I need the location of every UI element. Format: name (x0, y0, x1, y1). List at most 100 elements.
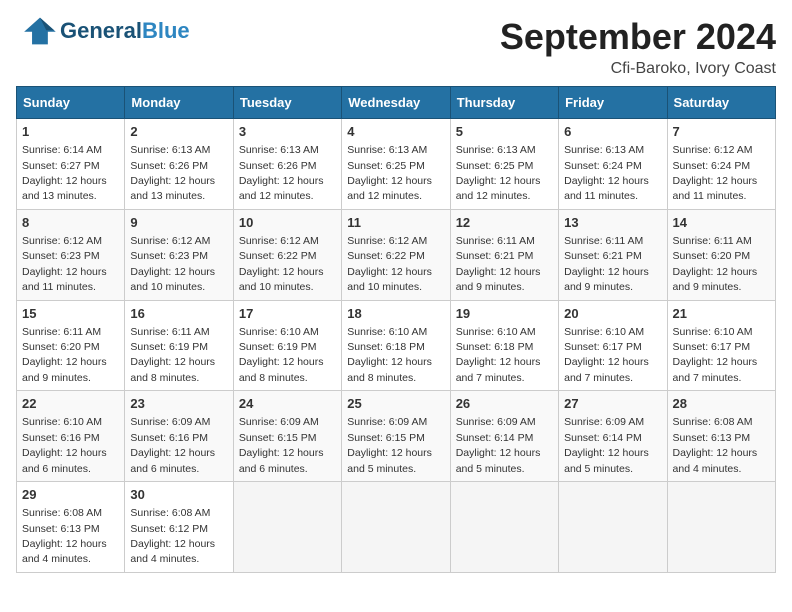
day-detail: Sunrise: 6:10 AMSunset: 6:18 PMDaylight:… (456, 326, 541, 384)
day-number: 18 (347, 305, 444, 323)
header-wednesday: Wednesday (342, 87, 450, 119)
calendar-day: 2 Sunrise: 6:13 AMSunset: 6:26 PMDayligh… (125, 119, 233, 210)
day-detail: Sunrise: 6:12 AMSunset: 6:23 PMDaylight:… (22, 235, 107, 293)
calendar-day: 25 Sunrise: 6:09 AMSunset: 6:15 PMDaylig… (342, 391, 450, 482)
day-number: 9 (130, 214, 227, 232)
calendar-day: 27 Sunrise: 6:09 AMSunset: 6:14 PMDaylig… (559, 391, 667, 482)
day-number: 6 (564, 123, 661, 141)
day-number: 29 (22, 486, 119, 504)
day-number: 23 (130, 395, 227, 413)
calendar-day: 14 Sunrise: 6:11 AMSunset: 6:20 PMDaylig… (667, 209, 775, 300)
empty-cell (342, 482, 450, 573)
page-header: GeneralBlue September 2024 Cfi-Baroko, I… (16, 16, 776, 78)
calendar-day: 6 Sunrise: 6:13 AMSunset: 6:24 PMDayligh… (559, 119, 667, 210)
calendar-day: 19 Sunrise: 6:10 AMSunset: 6:18 PMDaylig… (450, 300, 558, 391)
day-detail: Sunrise: 6:09 AMSunset: 6:16 PMDaylight:… (130, 416, 215, 474)
calendar-day: 4 Sunrise: 6:13 AMSunset: 6:25 PMDayligh… (342, 119, 450, 210)
calendar-day: 20 Sunrise: 6:10 AMSunset: 6:17 PMDaylig… (559, 300, 667, 391)
day-detail: Sunrise: 6:09 AMSunset: 6:14 PMDaylight:… (456, 416, 541, 474)
day-detail: Sunrise: 6:12 AMSunset: 6:22 PMDaylight:… (239, 235, 324, 293)
calendar-day: 7 Sunrise: 6:12 AMSunset: 6:24 PMDayligh… (667, 119, 775, 210)
calendar-table: Sunday Monday Tuesday Wednesday Thursday… (16, 86, 776, 573)
day-detail: Sunrise: 6:12 AMSunset: 6:24 PMDaylight:… (673, 144, 758, 202)
day-detail: Sunrise: 6:13 AMSunset: 6:24 PMDaylight:… (564, 144, 649, 202)
logo-icon (16, 16, 56, 46)
header-friday: Friday (559, 87, 667, 119)
calendar-day: 11 Sunrise: 6:12 AMSunset: 6:22 PMDaylig… (342, 209, 450, 300)
day-number: 26 (456, 395, 553, 413)
day-detail: Sunrise: 6:13 AMSunset: 6:26 PMDaylight:… (239, 144, 324, 202)
day-number: 10 (239, 214, 336, 232)
header-tuesday: Tuesday (233, 87, 341, 119)
day-detail: Sunrise: 6:14 AMSunset: 6:27 PMDaylight:… (22, 144, 107, 202)
day-number: 3 (239, 123, 336, 141)
day-detail: Sunrise: 6:10 AMSunset: 6:16 PMDaylight:… (22, 416, 107, 474)
day-number: 11 (347, 214, 444, 232)
day-number: 5 (456, 123, 553, 141)
logo-blue: Blue (142, 18, 190, 43)
empty-cell (233, 482, 341, 573)
day-number: 2 (130, 123, 227, 141)
day-number: 20 (564, 305, 661, 323)
day-detail: Sunrise: 6:11 AMSunset: 6:20 PMDaylight:… (22, 326, 107, 384)
calendar-week-row: 22 Sunrise: 6:10 AMSunset: 6:16 PMDaylig… (17, 391, 776, 482)
day-number: 30 (130, 486, 227, 504)
day-detail: Sunrise: 6:12 AMSunset: 6:23 PMDaylight:… (130, 235, 215, 293)
calendar-day: 24 Sunrise: 6:09 AMSunset: 6:15 PMDaylig… (233, 391, 341, 482)
day-detail: Sunrise: 6:08 AMSunset: 6:13 PMDaylight:… (22, 507, 107, 565)
day-number: 19 (456, 305, 553, 323)
calendar-day: 22 Sunrise: 6:10 AMSunset: 6:16 PMDaylig… (17, 391, 125, 482)
day-number: 1 (22, 123, 119, 141)
day-detail: Sunrise: 6:10 AMSunset: 6:19 PMDaylight:… (239, 326, 324, 384)
day-detail: Sunrise: 6:09 AMSunset: 6:14 PMDaylight:… (564, 416, 649, 474)
day-detail: Sunrise: 6:13 AMSunset: 6:26 PMDaylight:… (130, 144, 215, 202)
day-detail: Sunrise: 6:08 AMSunset: 6:12 PMDaylight:… (130, 507, 215, 565)
calendar-day: 18 Sunrise: 6:10 AMSunset: 6:18 PMDaylig… (342, 300, 450, 391)
day-number: 13 (564, 214, 661, 232)
calendar-day: 3 Sunrise: 6:13 AMSunset: 6:26 PMDayligh… (233, 119, 341, 210)
day-number: 12 (456, 214, 553, 232)
day-number: 4 (347, 123, 444, 141)
header-saturday: Saturday (667, 87, 775, 119)
calendar-week-row: 29 Sunrise: 6:08 AMSunset: 6:13 PMDaylig… (17, 482, 776, 573)
calendar-day: 12 Sunrise: 6:11 AMSunset: 6:21 PMDaylig… (450, 209, 558, 300)
day-number: 22 (22, 395, 119, 413)
month-title: September 2024 (500, 16, 776, 58)
header-monday: Monday (125, 87, 233, 119)
calendar-week-row: 15 Sunrise: 6:11 AMSunset: 6:20 PMDaylig… (17, 300, 776, 391)
day-detail: Sunrise: 6:08 AMSunset: 6:13 PMDaylight:… (673, 416, 758, 474)
calendar-day: 26 Sunrise: 6:09 AMSunset: 6:14 PMDaylig… (450, 391, 558, 482)
day-detail: Sunrise: 6:11 AMSunset: 6:21 PMDaylight:… (564, 235, 649, 293)
day-number: 14 (673, 214, 770, 232)
empty-cell (667, 482, 775, 573)
calendar-day: 23 Sunrise: 6:09 AMSunset: 6:16 PMDaylig… (125, 391, 233, 482)
empty-cell (450, 482, 558, 573)
day-number: 16 (130, 305, 227, 323)
calendar-day: 13 Sunrise: 6:11 AMSunset: 6:21 PMDaylig… (559, 209, 667, 300)
calendar-day: 15 Sunrise: 6:11 AMSunset: 6:20 PMDaylig… (17, 300, 125, 391)
header-sunday: Sunday (17, 87, 125, 119)
calendar-day: 10 Sunrise: 6:12 AMSunset: 6:22 PMDaylig… (233, 209, 341, 300)
empty-cell (559, 482, 667, 573)
day-detail: Sunrise: 6:11 AMSunset: 6:21 PMDaylight:… (456, 235, 541, 293)
calendar-week-row: 1 Sunrise: 6:14 AMSunset: 6:27 PMDayligh… (17, 119, 776, 210)
calendar-header-row: Sunday Monday Tuesday Wednesday Thursday… (17, 87, 776, 119)
calendar-day: 5 Sunrise: 6:13 AMSunset: 6:25 PMDayligh… (450, 119, 558, 210)
day-number: 24 (239, 395, 336, 413)
day-detail: Sunrise: 6:10 AMSunset: 6:17 PMDaylight:… (673, 326, 758, 384)
logo: GeneralBlue (16, 16, 190, 46)
day-detail: Sunrise: 6:13 AMSunset: 6:25 PMDaylight:… (456, 144, 541, 202)
header-thursday: Thursday (450, 87, 558, 119)
calendar-day: 28 Sunrise: 6:08 AMSunset: 6:13 PMDaylig… (667, 391, 775, 482)
calendar-week-row: 8 Sunrise: 6:12 AMSunset: 6:23 PMDayligh… (17, 209, 776, 300)
calendar-day: 30 Sunrise: 6:08 AMSunset: 6:12 PMDaylig… (125, 482, 233, 573)
logo-general: General (60, 18, 142, 43)
day-number: 28 (673, 395, 770, 413)
day-number: 25 (347, 395, 444, 413)
day-detail: Sunrise: 6:11 AMSunset: 6:19 PMDaylight:… (130, 326, 215, 384)
day-detail: Sunrise: 6:13 AMSunset: 6:25 PMDaylight:… (347, 144, 432, 202)
calendar-day: 21 Sunrise: 6:10 AMSunset: 6:17 PMDaylig… (667, 300, 775, 391)
day-number: 17 (239, 305, 336, 323)
day-number: 27 (564, 395, 661, 413)
title-area: September 2024 Cfi-Baroko, Ivory Coast (500, 16, 776, 78)
